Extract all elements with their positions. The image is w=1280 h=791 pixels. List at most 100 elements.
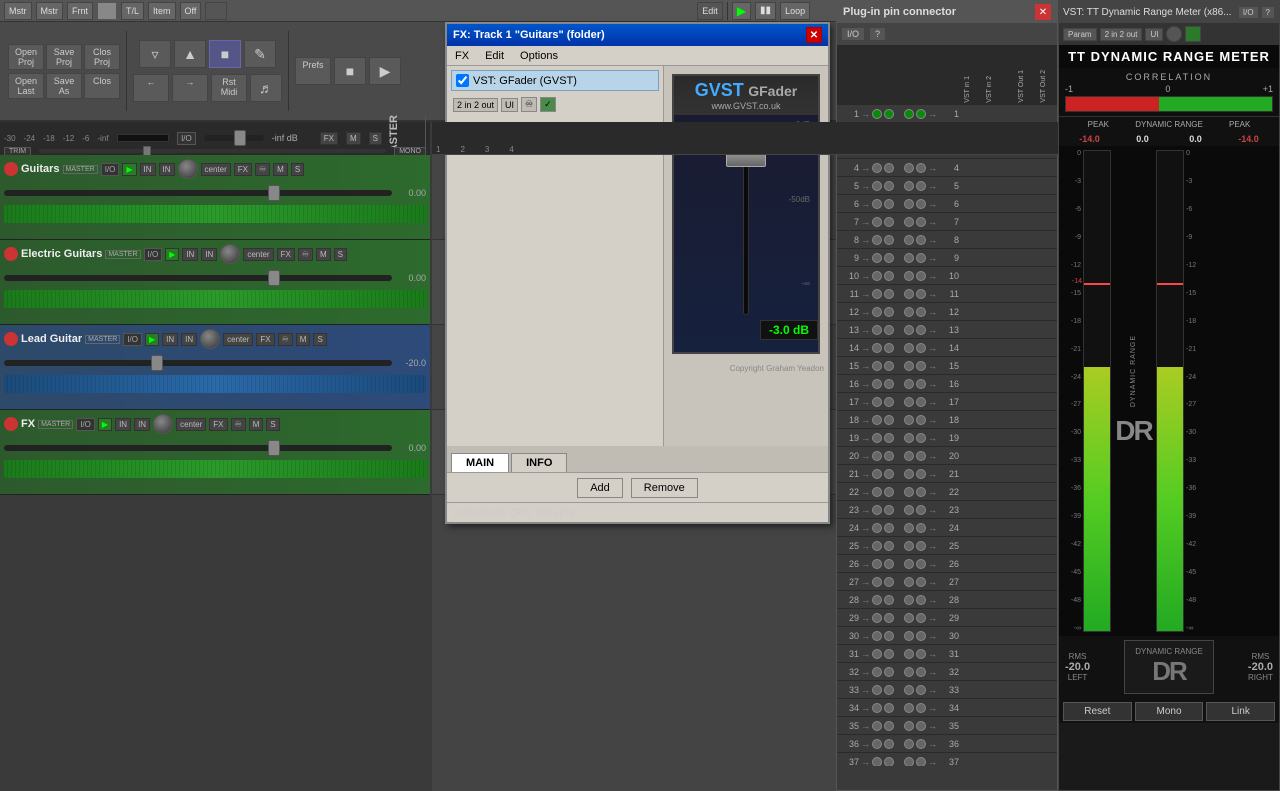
pin-dot-in1-8[interactable] <box>872 235 882 245</box>
settings-icon[interactable]: ▶ <box>369 57 401 85</box>
pin-dot-out2-7[interactable] <box>916 217 926 227</box>
pin-dot-in2-28[interactable] <box>884 595 894 605</box>
shield-icon[interactable]: ■ <box>334 57 366 85</box>
pin-dot-in1-10[interactable] <box>872 271 882 281</box>
pin-dot-in2-26[interactable] <box>884 559 894 569</box>
pin-dot-out2-32[interactable] <box>916 667 926 677</box>
pin-dot-out2-34[interactable] <box>916 703 926 713</box>
pin-dot-out1-27[interactable] <box>904 577 914 587</box>
trim-icon[interactable]: ▲ <box>174 40 206 68</box>
track-lead-knob[interactable] <box>200 329 220 349</box>
pin-dot-in1-29[interactable] <box>872 613 882 623</box>
pin-dot-in2-5[interactable] <box>884 181 894 191</box>
pin-dot-in2-16[interactable] <box>884 379 894 389</box>
pin-dot-in2-17[interactable] <box>884 397 894 407</box>
fx-remove-btn[interactable]: Remove <box>631 478 698 498</box>
pin-dot-out1-37[interactable] <box>904 757 914 767</box>
close-btn[interactable]: Clos <box>84 73 120 99</box>
pin-dot-out2-16[interactable] <box>916 379 926 389</box>
pin-dot-in1-34[interactable] <box>872 703 882 713</box>
master-fx-btn[interactable]: FX <box>320 132 338 145</box>
fx-menu-options[interactable]: Options <box>516 48 562 64</box>
pin-dot-out1-25[interactable] <box>904 541 914 551</box>
track-guitars-loop[interactable]: ♾ <box>255 163 270 176</box>
track-fx-knob[interactable] <box>153 414 173 434</box>
track-guitars-in2[interactable]: IN <box>159 163 175 176</box>
pin-dot-in1-35[interactable] <box>872 721 882 731</box>
prefs-btn[interactable]: Prefs <box>295 57 331 85</box>
pin-dot-in2-8[interactable] <box>884 235 894 245</box>
track-lead-rec[interactable] <box>4 332 18 346</box>
pin-dot-out2-27[interactable] <box>916 577 926 587</box>
track-lead-m[interactable]: M <box>296 333 311 346</box>
pin-dot-out1-19[interactable] <box>904 433 914 443</box>
fx-tab-main[interactable]: MAIN <box>451 453 509 472</box>
plugin-send-recv[interactable]: 2 in 2 out <box>453 98 498 112</box>
pin-dot-in2-12[interactable] <box>884 307 894 317</box>
pin-dot-in2-14[interactable] <box>884 343 894 353</box>
pin-dot-out1-16[interactable] <box>904 379 914 389</box>
master-io-btn[interactable]: I/O <box>177 132 196 145</box>
track-eguitar-knob[interactable] <box>220 244 240 264</box>
pin-dot-out1-8[interactable] <box>904 235 914 245</box>
pin-io-btn[interactable]: I/O <box>841 27 865 41</box>
pin-dot-in1-1[interactable] <box>872 109 882 119</box>
pin-dot-out2-20[interactable] <box>916 451 926 461</box>
pin-dot-in2-24[interactable] <box>884 523 894 533</box>
track-eguitar-loop[interactable]: ♾ <box>298 248 313 261</box>
tt-io-btn[interactable]: I/O <box>1238 6 1259 19</box>
toolbar-tl[interactable]: T/L <box>121 2 144 20</box>
track-eguitar-center[interactable]: center <box>243 248 273 261</box>
pin-dot-in2-25[interactable] <box>884 541 894 551</box>
pin-dot-out1-1[interactable] <box>904 109 914 119</box>
track-eguitar-rec[interactable] <box>4 247 18 261</box>
toolbar-frnt[interactable]: Frnt <box>67 2 93 20</box>
tt-help-btn[interactable]: ? <box>1261 6 1275 19</box>
fx-menu-fx[interactable]: FX <box>451 48 473 64</box>
pin-dot-out1-24[interactable] <box>904 523 914 533</box>
tt-link-btn[interactable]: Link <box>1206 702 1275 721</box>
pin-dot-out2-1[interactable] <box>916 109 926 119</box>
pin-dot-in2-20[interactable] <box>884 451 894 461</box>
pin-dot-out1-6[interactable] <box>904 199 914 209</box>
pin-dot-in1-4[interactable] <box>872 163 882 173</box>
plugin-ui-btn[interactable]: UI <box>501 98 518 112</box>
pin-dot-in1-21[interactable] <box>872 469 882 479</box>
pin-dot-in1-26[interactable] <box>872 559 882 569</box>
pin-dot-out1-30[interactable] <box>904 631 914 641</box>
pin-dot-in1-6[interactable] <box>872 199 882 209</box>
track-fx-rec[interactable] <box>4 417 18 431</box>
pin-dot-in2-33[interactable] <box>884 685 894 695</box>
pin-dot-out1-26[interactable] <box>904 559 914 569</box>
pin-dot-out1-32[interactable] <box>904 667 914 677</box>
pin-dot-in2-18[interactable] <box>884 415 894 425</box>
select-icon[interactable]: ■ <box>209 40 241 68</box>
pin-dot-out2-17[interactable] <box>916 397 926 407</box>
pin-dot-in2-15[interactable] <box>884 361 894 371</box>
loop-btn[interactable]: Loop <box>780 2 810 20</box>
pin-dot-out2-31[interactable] <box>916 649 926 659</box>
pin-dot-in1-17[interactable] <box>872 397 882 407</box>
close-proj-btn[interactable]: ClosProj <box>84 44 120 70</box>
track-eguitar-fx[interactable]: FX <box>277 248 295 261</box>
pin-dot-in1-22[interactable] <box>872 487 882 497</box>
pin-dot-out2-33[interactable] <box>916 685 926 695</box>
pin-dot-out1-22[interactable] <box>904 487 914 497</box>
pin-dot-out2-35[interactable] <box>916 721 926 731</box>
pin-dot-out1-11[interactable] <box>904 289 914 299</box>
track-guitars-rec[interactable] <box>4 162 18 176</box>
pin-dot-out2-8[interactable] <box>916 235 926 245</box>
pin-dot-in2-4[interactable] <box>884 163 894 173</box>
pin-dot-in2-36[interactable] <box>884 739 894 749</box>
pin-dot-out2-14[interactable] <box>916 343 926 353</box>
pin-dot-out1-31[interactable] <box>904 649 914 659</box>
track-lead-s[interactable]: S <box>313 333 326 346</box>
track-guitars-fx[interactable]: FX <box>234 163 252 176</box>
pin-dot-in1-24[interactable] <box>872 523 882 533</box>
toolbar-edit[interactable]: Edit <box>697 2 723 20</box>
track-lead-loop[interactable]: ♾ <box>278 333 293 346</box>
master-s-btn[interactable]: S <box>369 132 382 145</box>
pin-dot-in1-25[interactable] <box>872 541 882 551</box>
pin-dot-out2-28[interactable] <box>916 595 926 605</box>
pin-dot-in2-27[interactable] <box>884 577 894 587</box>
